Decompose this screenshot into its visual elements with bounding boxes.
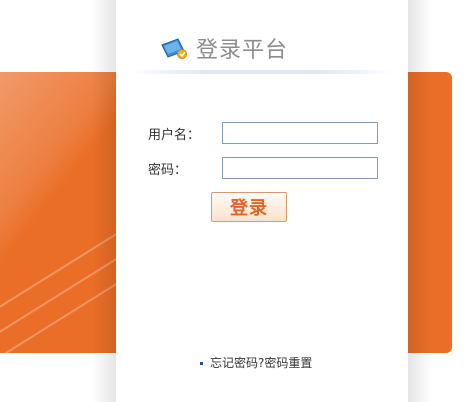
login-button[interactable]: 登录: [211, 192, 287, 222]
panel-shadow-right: [408, 0, 432, 402]
login-platform-icon: [161, 38, 187, 59]
bullet-icon: [200, 362, 203, 365]
login-panel: 登录平台 用户名： 密码： 登录 忘记密码?密码重置: [116, 0, 408, 402]
password-label: 密码：: [148, 162, 188, 178]
login-header: 登录平台: [160, 30, 288, 66]
header-divider: [130, 70, 394, 74]
username-row: 用户名：: [148, 122, 378, 144]
username-input[interactable]: [222, 122, 378, 144]
password-row: 密码：: [148, 157, 378, 179]
username-label: 用户名：: [148, 127, 201, 143]
password-input[interactable]: [222, 157, 378, 179]
page-title: 登录平台: [196, 38, 289, 63]
forgot-password-link[interactable]: 忘记密码?密码重置: [210, 354, 312, 371]
panel-shadow-left: [92, 0, 116, 402]
footer-links: 忘记密码?密码重置: [200, 354, 312, 371]
